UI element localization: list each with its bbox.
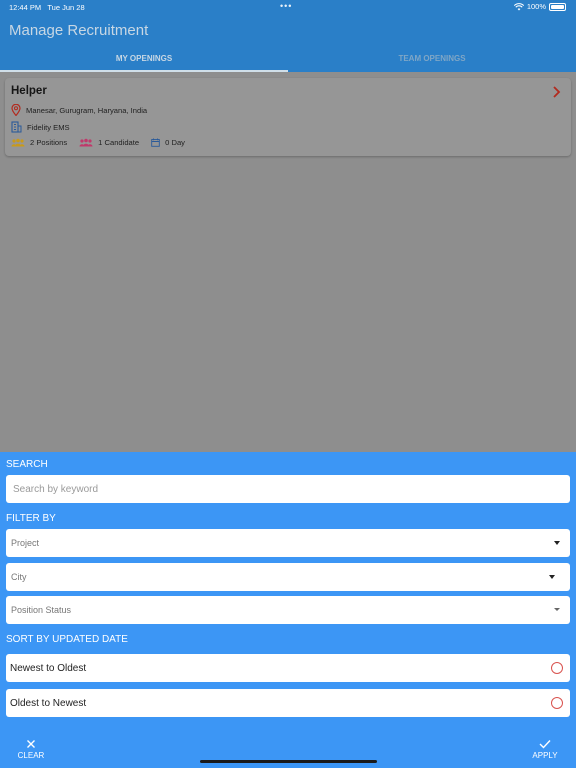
apply-button[interactable]: APPLY [531, 739, 559, 760]
sort-section-label: SORT BY UPDATED DATE [6, 634, 128, 645]
candidates-count: 1 Candidate [98, 138, 140, 147]
radio-button[interactable] [551, 662, 563, 674]
positions-count: 2 Positions [30, 138, 68, 147]
radio-button[interactable] [551, 697, 563, 709]
tab-team-openings[interactable]: TEAM OPENINGS [288, 54, 576, 72]
search-section-label: SEARCH [6, 459, 48, 470]
opening-location: Manesar, Gurugram, Haryana, India [26, 105, 148, 115]
project-select[interactable]: Project [6, 529, 570, 557]
battery-icon [549, 2, 566, 11]
opening-company: Fidelity EMS [27, 122, 70, 132]
battery-percent: 100% [526, 2, 546, 11]
sort-option-label: Newest to Oldest [10, 662, 87, 674]
app-bar: Manage Recruitment MY OPENINGS TEAM OPEN… [0, 14, 576, 72]
sort-option-newest[interactable]: Newest to Oldest [6, 654, 570, 682]
city-select[interactable]: City [6, 563, 570, 591]
status-bar: 12:44 PM Tue Jun 28 ••• 100% [0, 0, 576, 14]
candidates-people-icon [79, 138, 93, 147]
chevron-right-icon[interactable] [552, 86, 561, 98]
status-right: 100% [513, 2, 566, 11]
opening-company-row: Fidelity EMS [11, 121, 70, 133]
opening-location-row: Manesar, Gurugram, Haryana, India [11, 104, 147, 116]
filter-sheet: SEARCH FILTER BY Project City Position S… [0, 452, 576, 768]
city-select-value: City [11, 572, 27, 582]
close-icon [27, 740, 35, 748]
clear-button[interactable]: CLEAR [17, 739, 45, 760]
candidates-meta: 1 Candidate [79, 138, 139, 147]
position-status-value: Position Status [11, 605, 72, 615]
caret-down-icon [554, 608, 560, 611]
page-title: Manage Recruitment [9, 22, 149, 39]
location-pin-icon [11, 104, 21, 116]
days-count: 0 Day [165, 138, 185, 147]
multitask-dots: ••• [280, 1, 293, 11]
search-input[interactable] [6, 475, 570, 503]
opening-title: Helper [11, 85, 47, 97]
home-indicator [200, 760, 377, 763]
positions-meta: 2 Positions [11, 138, 67, 147]
building-icon [11, 121, 22, 133]
project-select-value: Project [11, 538, 40, 548]
caret-down-icon [554, 541, 560, 545]
filter-section-label: FILTER BY [6, 513, 56, 524]
sort-option-oldest[interactable]: Oldest to Newest [6, 689, 570, 717]
position-status-select[interactable]: Position Status [6, 596, 570, 624]
sort-option-label: Oldest to Newest [10, 697, 87, 709]
days-meta: 0 Day [151, 138, 185, 147]
check-icon [539, 740, 551, 749]
status-time: 12:44 PM Tue Jun 28 [9, 3, 85, 12]
wifi-icon [513, 2, 524, 10]
caret-down-icon [549, 575, 555, 579]
calendar-icon [151, 138, 160, 147]
positions-people-icon [11, 138, 25, 147]
opening-card[interactable]: Helper Manesar, Gurugram, Haryana, India… [5, 78, 571, 156]
clear-label: CLEAR [17, 751, 45, 760]
apply-label: APPLY [532, 751, 558, 760]
opening-meta-row: 2 Positions 1 Candidate 0 Day [11, 138, 197, 147]
